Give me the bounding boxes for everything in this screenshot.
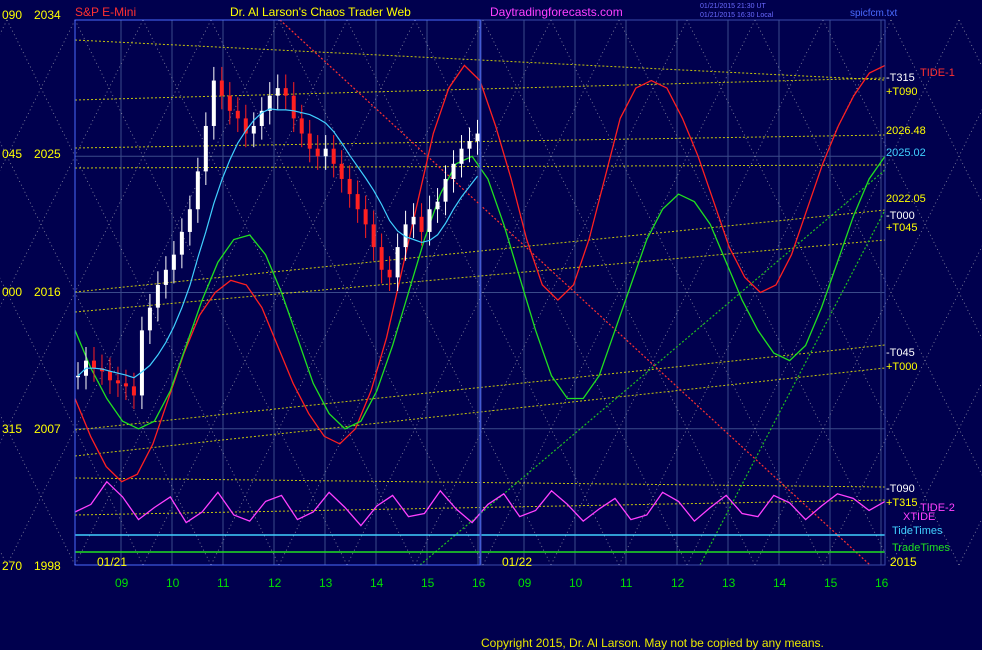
right-label: TIDE-1	[920, 67, 955, 79]
price-candle	[451, 163, 456, 179]
price-candle	[227, 95, 232, 111]
x-tick-label: 16	[875, 576, 889, 590]
date-label-day1: 01/21	[97, 555, 127, 569]
price-candle	[363, 209, 368, 225]
right-label: XTIDE	[903, 511, 935, 523]
price-candle	[203, 125, 208, 172]
right-label: -T000	[886, 210, 915, 222]
right-label: -T045	[886, 347, 915, 359]
right-label: TradeTimes	[892, 542, 950, 554]
x-tick-label: 15	[421, 576, 435, 590]
price-candle	[387, 269, 392, 278]
x-tick-label: 14	[370, 576, 384, 590]
right-label: +T090	[886, 86, 918, 98]
price-candle	[155, 284, 160, 308]
y-angle-label: 000	[2, 285, 22, 299]
price-candle	[315, 148, 320, 157]
right-label: 2026.48	[886, 125, 926, 137]
right-label: TideTimes	[892, 525, 943, 537]
price-candle	[307, 133, 312, 149]
price-candle	[131, 386, 136, 396]
timestamp-ut: 01/21/2015 21:30 UT	[700, 3, 766, 10]
x-tick-label: 10	[166, 576, 180, 590]
x-tick-label: 15	[824, 576, 838, 590]
price-candle	[443, 178, 448, 202]
price-candle	[219, 80, 224, 96]
price-candle	[371, 224, 376, 248]
x-tick-label: 11	[620, 576, 633, 590]
right-label: +T000	[886, 361, 918, 373]
x-tick-label: 11	[217, 576, 230, 590]
price-candle	[347, 178, 352, 195]
site-link[interactable]: Daytradingforecasts.com	[490, 5, 623, 19]
price-candle	[179, 231, 184, 255]
x-tick-label: 16	[472, 576, 486, 590]
price-candle	[187, 209, 192, 232]
price-candle	[339, 163, 344, 179]
y-angle-label: 090	[2, 8, 22, 22]
price-candle	[379, 247, 384, 270]
price-candle	[323, 148, 328, 157]
price-candle	[195, 171, 200, 210]
price-candle	[123, 383, 128, 387]
price-candle	[163, 269, 168, 285]
price-candle	[411, 216, 416, 225]
price-candle	[299, 118, 304, 134]
y-angle-label: 315	[2, 422, 22, 436]
x-tick-label: 09	[518, 576, 532, 590]
x-tick-label: 09	[115, 576, 129, 590]
y-tick-label: 2007	[34, 422, 61, 436]
price-candle	[355, 194, 360, 210]
price-candle	[235, 110, 240, 119]
date-label-day2: 01/22	[502, 555, 532, 569]
chart-title: Dr. Al Larson's Chaos Trader Web	[230, 5, 411, 19]
price-candle	[395, 247, 400, 278]
price-candle	[427, 209, 432, 232]
y-angle-label: 270	[2, 559, 22, 573]
instrument-label: S&P E-Mini	[75, 5, 136, 19]
x-tick-label: 14	[773, 576, 787, 590]
price-candle	[76, 375, 80, 378]
x-tick-label: 13	[722, 576, 736, 590]
data-filename: spicfcm.txt	[850, 8, 897, 19]
timestamp-local: 01/21/2015 16:30 Local	[700, 12, 774, 19]
right-label: -T315	[886, 72, 915, 84]
price-candle	[115, 380, 120, 384]
price-candle	[419, 216, 424, 232]
price-candle	[475, 133, 480, 142]
right-label: 2025.02	[886, 147, 926, 159]
right-label: +T315	[886, 497, 918, 509]
x-tick-label: 13	[319, 576, 333, 590]
price-candle	[275, 88, 280, 96]
y-angle-label: 045	[2, 147, 22, 161]
x-tick-label: 10	[569, 576, 583, 590]
price-candle	[459, 148, 464, 164]
right-label: -T090	[886, 483, 915, 495]
price-candle	[171, 254, 176, 270]
price-candle	[147, 307, 152, 331]
year-label: 2015	[890, 555, 917, 569]
x-tick-label: 12	[268, 576, 282, 590]
price-candle	[91, 360, 96, 369]
price-candle	[435, 201, 440, 210]
chaos-trader-chart: S&P E-Mini Dr. Al Larson's Chaos Trader …	[0, 0, 982, 650]
copyright-notice: Copyright 2015, Dr. Al Larson. May not b…	[481, 636, 824, 650]
price-candle	[251, 125, 256, 134]
price-candle	[211, 80, 216, 126]
price-candle	[283, 88, 288, 96]
price-candle	[331, 148, 336, 164]
price-candle	[107, 371, 112, 381]
y-tick-label: 2034	[34, 8, 61, 22]
price-candle	[139, 330, 144, 396]
y-tick-label: 2025	[34, 147, 61, 161]
price-candle	[291, 95, 296, 119]
x-tick-label: 12	[671, 576, 685, 590]
right-label: 2022.05	[886, 193, 926, 205]
y-tick-label: 2016	[34, 285, 61, 299]
right-label: +T045	[886, 222, 918, 234]
price-candle	[467, 141, 472, 149]
y-tick-label: 1998	[34, 559, 61, 573]
